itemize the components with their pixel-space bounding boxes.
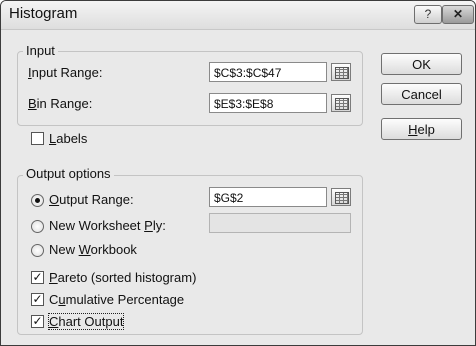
question-icon: ? bbox=[424, 7, 432, 21]
input-group-label: Input bbox=[23, 43, 58, 58]
output-range-ref-button[interactable] bbox=[331, 188, 351, 206]
close-button[interactable]: ✕ bbox=[442, 5, 474, 24]
bin-range-field[interactable]: $E$3:$E$8 bbox=[209, 93, 327, 113]
title-bar: Histogram ? ✕ bbox=[1, 1, 475, 30]
range-select-icon bbox=[335, 67, 349, 79]
close-icon: ✕ bbox=[452, 7, 464, 21]
cumulative-percentage-label: Cumulative Percentage bbox=[49, 292, 185, 307]
output-range-radio[interactable] bbox=[31, 194, 44, 207]
histogram-dialog: Histogram ? ✕ Input Input Range: $C$3:$C… bbox=[0, 0, 476, 346]
pareto-label: Pareto (sorted histogram) bbox=[49, 270, 197, 285]
pareto-checkbox[interactable]: ✓ bbox=[31, 271, 44, 284]
title-help-button[interactable]: ? bbox=[414, 5, 442, 24]
new-worksheet-ply-radio[interactable] bbox=[31, 220, 44, 233]
new-worksheet-ply-field[interactable] bbox=[209, 213, 351, 233]
new-worksheet-ply-label: New Worksheet Ply: bbox=[49, 218, 166, 233]
bin-range-ref-button[interactable] bbox=[331, 94, 351, 112]
labels-label: Labels bbox=[49, 131, 88, 146]
input-range-label: Input Range: bbox=[28, 65, 103, 80]
new-workbook-label: New Workbook bbox=[49, 242, 137, 257]
cumulative-percentage-checkbox[interactable]: ✓ bbox=[31, 293, 44, 306]
checkmark-icon: ✓ bbox=[32, 292, 43, 306]
range-select-icon bbox=[335, 98, 349, 110]
range-select-icon bbox=[335, 192, 349, 204]
checkmark-icon: ✓ bbox=[32, 270, 43, 284]
input-range-ref-button[interactable] bbox=[331, 63, 351, 81]
labels-checkbox[interactable] bbox=[31, 132, 44, 145]
checkmark-icon: ✓ bbox=[32, 314, 43, 328]
chart-output-checkbox[interactable]: ✓ bbox=[31, 315, 44, 328]
bin-range-label: Bin Range: bbox=[28, 96, 93, 111]
help-button[interactable]: Help bbox=[381, 118, 462, 140]
output-range-label: Output Range: bbox=[49, 192, 134, 207]
output-range-field[interactable]: $G$2 bbox=[209, 187, 327, 207]
input-range-field[interactable]: $C$3:$C$47 bbox=[209, 62, 327, 82]
dialog-title: Histogram bbox=[9, 5, 78, 22]
new-workbook-radio[interactable] bbox=[31, 244, 44, 257]
output-options-label: Output options bbox=[23, 166, 114, 181]
ok-button[interactable]: OK bbox=[381, 53, 462, 75]
cancel-button[interactable]: Cancel bbox=[381, 83, 462, 105]
chart-output-label: Chart Output bbox=[47, 313, 125, 330]
